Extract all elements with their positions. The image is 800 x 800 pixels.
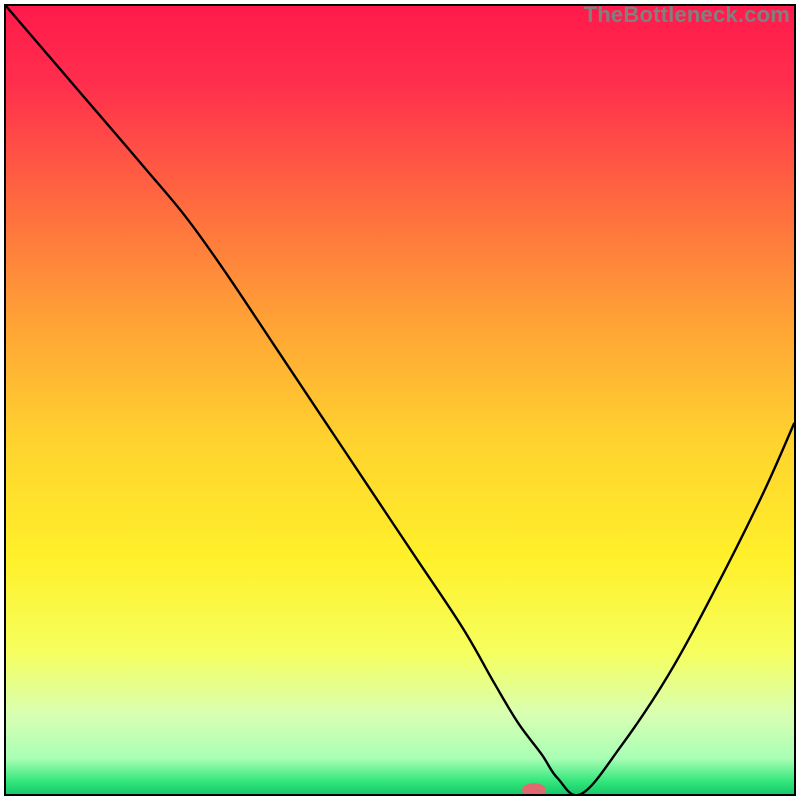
gradient-background [6, 6, 794, 794]
bottleneck-chart [0, 0, 800, 800]
chart-stage: TheBottleneck.com [0, 0, 800, 800]
watermark: TheBottleneck.com [584, 2, 790, 28]
